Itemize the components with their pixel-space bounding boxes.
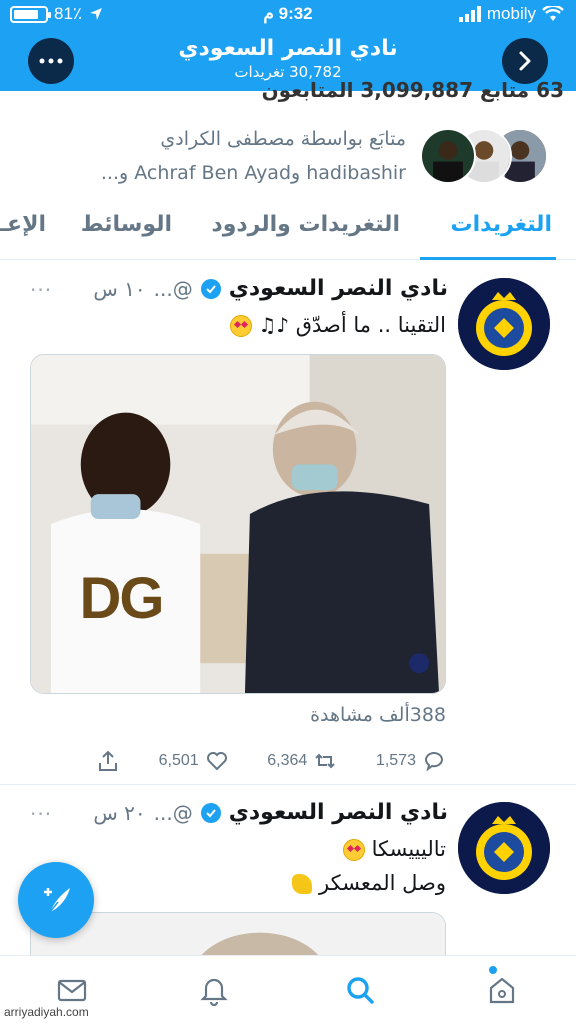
bell-icon [200,978,228,1006]
nav-messages[interactable] [52,970,92,1010]
share-button[interactable] [96,749,120,773]
chevron-right-icon [519,51,531,71]
club-logo-icon [458,802,550,894]
compose-tweet-button[interactable] [18,862,94,938]
watermark: arriyadiyah.com [4,1005,89,1019]
tweet-actions: 6,501 6,364 1,573 [96,746,446,776]
followed-by-line: متابَع بواسطة مصطفى الكرادي [160,128,406,150]
tweet[interactable]: نادي النصر السعودي @... ٢٠ س ··· تاليييس… [0,786,576,972]
avatar [420,128,476,184]
tweet-menu-button[interactable]: ··· [30,802,52,826]
tab-likes[interactable]: الإعـ [0,212,46,237]
like-count: 6,501 [158,752,199,769]
tab-tweets-replies[interactable]: التغريدات والردود [211,212,400,237]
tweet-text-body: التقينا .. ما أصدّق [295,313,446,337]
view-count: 388ألف مشاهدة [310,704,446,726]
author-handle: @... [153,276,193,301]
network-indicator: mobily [458,4,564,24]
tab-media[interactable]: الوسائط [81,212,172,237]
follow-stats[interactable]: 63 متابع 3,099,887 المتابعون [262,78,564,102]
avatar[interactable] [458,802,550,894]
nav-notifications[interactable] [194,970,234,1010]
tweet-text-line: تاليييسكا [371,837,446,861]
music-notes-icon: ♪♫ [258,313,290,337]
followed-by-text: متابَع بواسطة مصطفى الكرادي hadibashir و… [6,122,406,190]
author-name[interactable]: نادي النصر السعودي [229,800,448,825]
home-icon [489,977,515,1004]
tweet[interactable]: نادي النصر السعودي @... ١٠ س ··· التقينا… [0,262,576,784]
tweet-text: التقينا .. ما أصدّق ♪♫ [28,308,446,342]
verified-badge-icon [200,278,221,299]
author-handle: @... [153,800,193,825]
tweet-header: نادي النصر السعودي @... ١٠ س [28,276,448,301]
followed-by-line: hadibashir وAchraf Ben Ayad و... [100,162,406,184]
followed-by-row[interactable]: متابَع بواسطة مصطفى الكرادي hadibashir و… [0,118,576,198]
star-eyes-emoji-icon [342,839,365,861]
avatar[interactable] [458,278,550,370]
tweet-header: نادي النصر السعودي @... ٢٠ س [28,800,448,825]
follower-avatars [420,128,548,186]
heart-icon [206,752,227,771]
reply-button[interactable]: 1,573 [376,749,446,773]
tweet-divider [0,784,576,785]
compose-tweet-icon [44,888,70,913]
new-content-indicator [489,966,497,974]
profile-title: نادي النصر السعودي [178,36,398,61]
verified-badge-icon [200,802,221,823]
carrier-name: mobily [486,4,536,23]
share-icon [99,750,117,771]
retweet-button[interactable]: 6,364 [267,749,337,773]
shirt-logo-text: DG [79,566,165,631]
signal-bars-icon [458,6,481,22]
like-button[interactable]: 6,501 [159,749,229,773]
flexed-biceps-emoji-icon [292,874,313,894]
tweet-menu-button[interactable]: ··· [30,278,52,302]
retweet-count: 6,364 [267,752,308,769]
reply-count: 1,573 [375,752,416,769]
search-icon [347,977,374,1004]
status-bar: 81٪ 9:32 م mobily [0,4,576,28]
profile-tabs: التغريدات التغريدات والردود الوسائط الإع… [0,200,576,260]
tweet-video[interactable]: DG [30,354,446,694]
nav-home[interactable] [482,970,522,1010]
nav-search[interactable] [340,970,380,1010]
star-eyes-emoji-icon [229,315,252,337]
tab-tweets[interactable]: التغريدات [450,212,552,237]
author-name[interactable]: نادي النصر السعودي [229,276,448,301]
video-thumbnail [31,355,445,693]
tweet-text-line: وصل المعسكر [319,871,446,895]
tweet-time: ١٠ س [93,276,146,301]
wifi-icon [542,6,564,21]
club-logo-icon [458,278,550,370]
tweet-time: ٢٠ س [93,800,146,825]
retweet-icon [315,753,336,769]
mail-icon [57,979,87,1002]
comment-icon [424,752,443,772]
ellipsis-icon [39,58,63,64]
active-tab-indicator [420,257,556,260]
more-options-button[interactable] [28,38,74,84]
